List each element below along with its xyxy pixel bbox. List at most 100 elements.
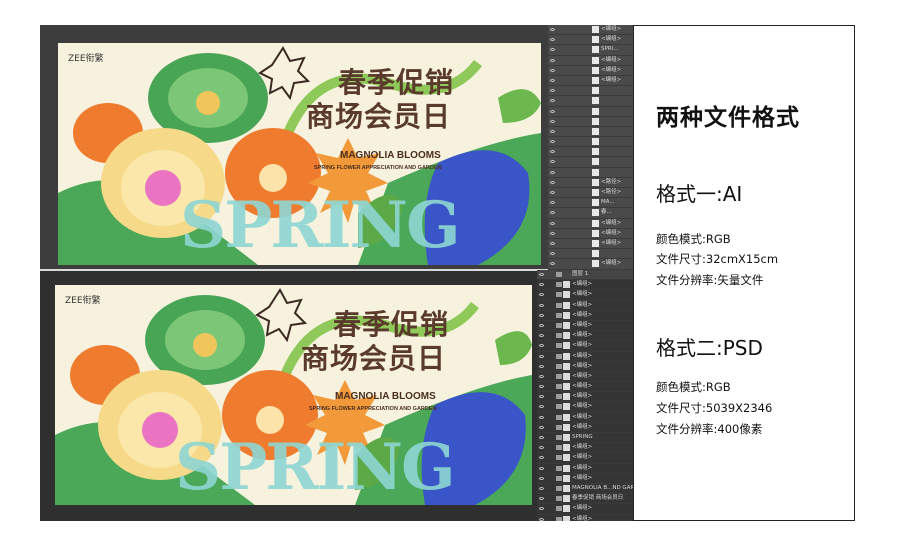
layer-row[interactable] bbox=[548, 168, 633, 178]
eye-icon[interactable] bbox=[550, 170, 555, 174]
layer-row[interactable]: <编组> bbox=[537, 474, 633, 484]
layer-row[interactable]: <编组> bbox=[537, 352, 633, 362]
layer-row[interactable] bbox=[548, 157, 633, 168]
layer-row[interactable]: <编组> bbox=[548, 25, 633, 36]
eye-icon[interactable] bbox=[539, 486, 544, 490]
eye-icon[interactable] bbox=[539, 466, 544, 470]
eye-icon[interactable] bbox=[539, 273, 544, 276]
layer-row[interactable] bbox=[548, 137, 633, 148]
layer-row[interactable] bbox=[548, 86, 633, 97]
eye-icon[interactable] bbox=[550, 211, 555, 215]
eye-icon[interactable] bbox=[550, 129, 555, 133]
layer-row[interactable]: <编组> bbox=[537, 443, 633, 454]
layer-row[interactable]: SPRI... bbox=[548, 45, 633, 56]
eye-icon[interactable] bbox=[539, 283, 544, 287]
layer-row[interactable] bbox=[548, 127, 633, 138]
eye-icon[interactable] bbox=[550, 180, 555, 184]
layer-row[interactable]: <编组> bbox=[537, 280, 633, 291]
eye-icon[interactable] bbox=[550, 99, 555, 103]
eye-icon[interactable] bbox=[550, 119, 555, 123]
psd-layers-panel[interactable]: 图层 1 <编组> <编组> <编组> <编组> <编组> <编组> <编组> <编组> <编组… bbox=[537, 270, 633, 521]
eye-icon[interactable] bbox=[550, 262, 555, 266]
eye-icon[interactable] bbox=[550, 78, 555, 82]
eye-icon[interactable] bbox=[550, 191, 555, 194]
eye-icon[interactable] bbox=[550, 140, 555, 144]
eye-icon[interactable] bbox=[539, 507, 544, 511]
layer-row-root[interactable]: 图层 1 bbox=[537, 270, 633, 281]
eye-icon[interactable] bbox=[550, 28, 555, 31]
layer-row[interactable]: <编组> bbox=[548, 56, 633, 66]
layer-row[interactable]: <编组> bbox=[548, 76, 633, 87]
eye-icon[interactable] bbox=[550, 221, 555, 225]
layer-row[interactable]: SPRING bbox=[537, 433, 633, 444]
eye-icon[interactable] bbox=[539, 415, 544, 419]
layer-row[interactable]: <编组> bbox=[537, 372, 633, 383]
layer-row[interactable] bbox=[548, 147, 633, 158]
layer-row[interactable]: <编组> bbox=[548, 259, 633, 270]
eye-icon[interactable] bbox=[539, 344, 544, 348]
psd-artboard[interactable]: ZEE衔繁 春季促销 商场会员日 MAGNOLIA BLOOMS SPRING … bbox=[55, 285, 532, 505]
layer-row[interactable]: <编组> bbox=[537, 504, 633, 515]
eye-icon[interactable] bbox=[550, 89, 555, 93]
layer-row[interactable]: <编组> bbox=[548, 229, 633, 239]
eye-icon[interactable] bbox=[539, 405, 544, 409]
layer-row[interactable]: MAGNOLIA B...ND GARDEN bbox=[537, 484, 633, 495]
eye-icon[interactable] bbox=[550, 109, 555, 113]
eye-icon[interactable] bbox=[550, 48, 555, 52]
layer-row[interactable]: <编组> bbox=[537, 362, 633, 372]
eye-icon[interactable] bbox=[550, 150, 555, 154]
layer-row[interactable]: <编组> bbox=[537, 453, 633, 464]
eye-icon[interactable] bbox=[539, 436, 544, 439]
layer-row[interactable]: <编组> bbox=[548, 239, 633, 250]
layer-row[interactable]: <编组> bbox=[537, 413, 633, 423]
eye-icon[interactable] bbox=[539, 476, 544, 480]
eye-icon[interactable] bbox=[539, 374, 544, 378]
layer-row[interactable]: <编组> bbox=[548, 66, 633, 76]
eye-icon[interactable] bbox=[550, 58, 555, 62]
ai-artboard[interactable]: ZEE衔繁 春季促销 商场会员日 MAGNOLIA BLOOMS SPRING … bbox=[58, 43, 541, 265]
layer-row[interactable]: 春... bbox=[548, 208, 633, 219]
layer-row[interactable]: MA... bbox=[548, 198, 633, 209]
eye-icon[interactable] bbox=[539, 385, 544, 389]
eye-icon[interactable] bbox=[539, 446, 544, 450]
layer-row[interactable]: <编组> bbox=[537, 321, 633, 332]
eye-icon[interactable] bbox=[539, 395, 544, 399]
layer-row[interactable]: <编组> bbox=[537, 290, 633, 301]
layer-row[interactable]: <编组> bbox=[537, 301, 633, 311]
layer-row[interactable]: <路径> bbox=[548, 188, 633, 199]
layer-row[interactable]: <编组> bbox=[548, 219, 633, 229]
layer-row[interactable]: <编组> bbox=[537, 331, 633, 342]
layer-row[interactable]: <编组> bbox=[537, 402, 633, 413]
layer-row[interactable] bbox=[548, 249, 633, 260]
layer-row[interactable]: <编组> bbox=[537, 515, 633, 521]
layer-row[interactable]: 春季促销 商场会员日 bbox=[537, 494, 633, 505]
ai-layers-panel[interactable]: <编组> <编组> SPRI... <编组> <编组> <编组> <路径> <路径> MA...… bbox=[548, 25, 633, 270]
layer-row[interactable]: <编组> bbox=[537, 464, 633, 474]
layer-row[interactable] bbox=[548, 96, 633, 107]
layer-row[interactable]: <编组> bbox=[537, 392, 633, 403]
eye-icon[interactable] bbox=[539, 456, 544, 460]
layer-row[interactable] bbox=[548, 117, 633, 127]
layer-row[interactable]: <编组> bbox=[537, 382, 633, 393]
eye-icon[interactable] bbox=[539, 334, 544, 338]
eye-icon[interactable] bbox=[550, 160, 555, 164]
eye-icon[interactable] bbox=[539, 497, 544, 501]
eye-icon[interactable] bbox=[550, 252, 555, 256]
layer-row[interactable]: <编组> bbox=[537, 311, 633, 321]
layer-row[interactable]: <编组> bbox=[548, 35, 633, 46]
eye-icon[interactable] bbox=[539, 293, 544, 297]
eye-icon[interactable] bbox=[539, 425, 544, 429]
eye-icon[interactable] bbox=[550, 241, 555, 245]
eye-icon[interactable] bbox=[539, 364, 544, 368]
eye-icon[interactable] bbox=[550, 201, 555, 205]
eye-icon[interactable] bbox=[539, 517, 544, 521]
eye-icon[interactable] bbox=[539, 313, 544, 317]
layer-row[interactable]: <编组> bbox=[537, 423, 633, 433]
eye-icon[interactable] bbox=[539, 354, 544, 358]
eye-icon[interactable] bbox=[550, 38, 555, 42]
eye-icon[interactable] bbox=[539, 303, 544, 307]
eye-icon[interactable] bbox=[550, 231, 555, 235]
eye-icon[interactable] bbox=[539, 323, 544, 327]
eye-icon[interactable] bbox=[550, 68, 555, 72]
layer-row[interactable]: <编组> bbox=[537, 341, 633, 352]
